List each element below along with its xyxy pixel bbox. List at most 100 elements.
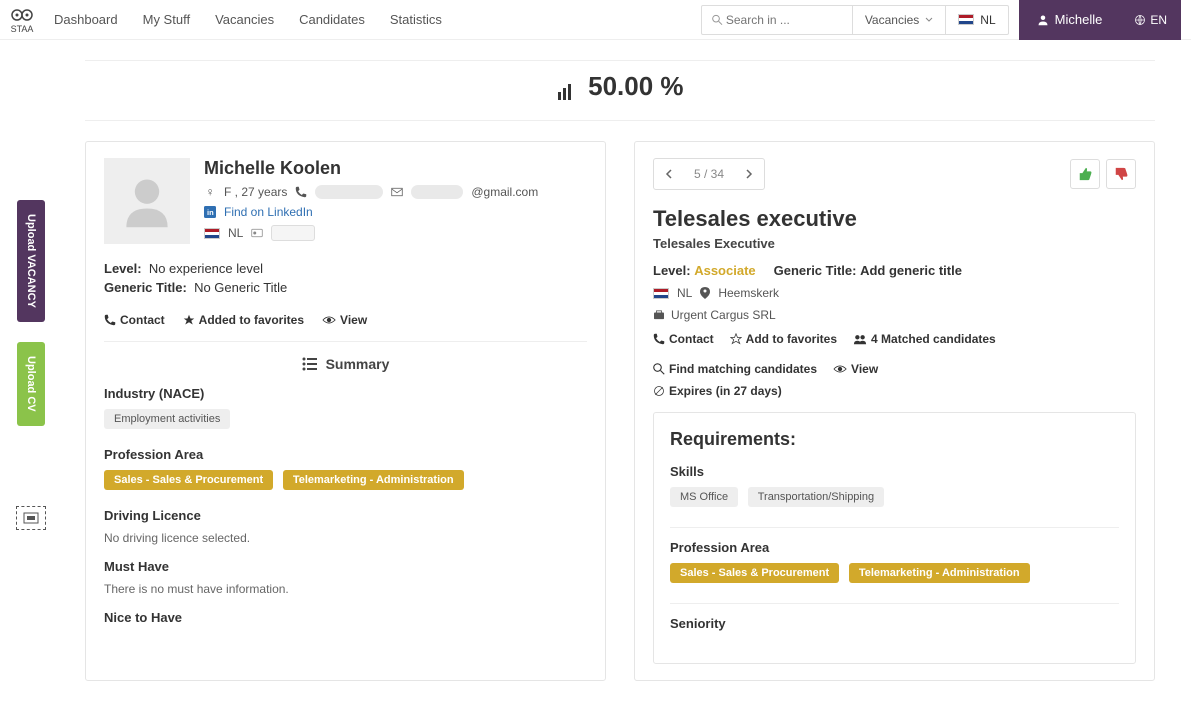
vac-generic-label: Generic Title:: [774, 263, 857, 278]
user-name: Michelle: [1055, 12, 1103, 27]
flag-nl-icon: [653, 288, 669, 299]
gender-age: F , 27 years: [224, 185, 287, 199]
nav-candidates[interactable]: Candidates: [299, 12, 365, 27]
req-seniority-label: Seniority: [670, 616, 1119, 631]
arrow-right-icon: [744, 169, 754, 179]
vac-level-value[interactable]: Associate: [694, 263, 755, 278]
vac-city: Heemskerk: [718, 286, 779, 300]
user-menu[interactable]: Michelle: [1019, 0, 1121, 40]
profession-label: Profession Area: [104, 447, 587, 462]
vac-level-label: Level:: [653, 263, 691, 278]
svg-text:in: in: [207, 208, 214, 217]
profession-tag[interactable]: Telemarketing - Administration: [849, 563, 1030, 583]
search-icon: [712, 14, 723, 26]
topbar: STAA Dashboard My Stuff Vacancies Candid…: [0, 0, 1191, 40]
country-label: NL: [980, 13, 995, 27]
req-heading: Requirements:: [670, 429, 1119, 450]
cand-level-label: Level:: [104, 261, 142, 276]
cand-view-action[interactable]: View: [322, 313, 367, 327]
globe-icon: [1134, 14, 1146, 26]
search-type-label: Vacancies: [865, 13, 919, 27]
vac-view-action[interactable]: View: [833, 362, 878, 376]
arrow-left-icon: [664, 169, 674, 179]
requirements-box: Requirements: Skills MS Office Transport…: [653, 412, 1136, 664]
vac-contact-action[interactable]: Contact: [653, 332, 714, 346]
driving-label: Driving Licence: [104, 508, 587, 523]
candidate-panel: Michelle Koolen ♀ F , 27 years @gmail.co…: [85, 141, 606, 681]
vac-matched-action[interactable]: 4 Matched candidates: [853, 332, 996, 346]
pager-prev[interactable]: [654, 159, 684, 189]
logo[interactable]: STAA: [10, 6, 34, 34]
vacancy-subtitle: Telesales Executive: [653, 236, 1136, 251]
phone-icon: [653, 333, 665, 345]
search-box[interactable]: [702, 6, 852, 34]
phone-icon: [104, 314, 116, 326]
briefcase-icon: [653, 310, 665, 320]
ticket-icon: [23, 512, 39, 524]
clock-slash-icon: [653, 385, 665, 397]
pager-count: 5 / 34: [684, 167, 734, 181]
nav-mystuff[interactable]: My Stuff: [143, 12, 190, 27]
musthave-value: There is no must have information.: [104, 582, 587, 596]
nav-dashboard[interactable]: Dashboard: [54, 12, 118, 27]
bars-icon: [556, 82, 576, 102]
badge-redacted: [271, 225, 315, 241]
pager-next[interactable]: [734, 159, 764, 189]
req-profession-label: Profession Area: [670, 540, 1119, 555]
skill-tag[interactable]: Transportation/Shipping: [748, 487, 884, 507]
cand-contact-action[interactable]: Contact: [104, 313, 165, 327]
driving-value: No driving licence selected.: [104, 531, 587, 545]
dropzone[interactable]: [16, 506, 46, 530]
cand-generic-label: Generic Title:: [104, 280, 187, 295]
vac-company: Urgent Cargus SRL: [671, 308, 776, 322]
vac-country: NL: [677, 286, 692, 300]
card-icon: [251, 227, 263, 239]
skill-tag[interactable]: MS Office: [670, 487, 738, 507]
pin-icon: [700, 287, 710, 299]
summary-header: Summary: [104, 341, 587, 372]
cand-generic-value: No Generic Title: [194, 280, 287, 295]
vac-generic-value[interactable]: Add generic title: [860, 263, 962, 278]
nav-statistics[interactable]: Statistics: [390, 12, 442, 27]
thumbs-down-button[interactable]: [1106, 159, 1136, 189]
profession-tag[interactable]: Sales - Sales & Procurement: [670, 563, 839, 583]
thumbs-up-button[interactable]: [1070, 159, 1100, 189]
upload-cv-button[interactable]: Upload CV: [17, 342, 45, 426]
email-redacted: [411, 185, 463, 199]
vac-find-action[interactable]: Find matching candidates: [653, 362, 817, 376]
upload-vacancy-button[interactable]: Upload VACANCY: [17, 200, 45, 322]
search-type-select[interactable]: Vacancies: [852, 6, 945, 34]
candidate-country: NL: [228, 226, 243, 240]
linkedin-icon: in: [204, 206, 216, 218]
phone-icon: [295, 186, 307, 198]
email-icon: [391, 186, 403, 198]
industry-tag[interactable]: Employment activities: [104, 409, 230, 429]
language-select[interactable]: EN: [1120, 0, 1181, 40]
phone-redacted: [315, 185, 383, 199]
flag-nl-icon: [204, 228, 220, 239]
linkedin-link[interactable]: Find on LinkedIn: [224, 205, 313, 219]
cand-fav-action[interactable]: Added to favorites: [183, 313, 304, 327]
avatar: [104, 158, 190, 244]
thumbs-up-icon: [1078, 167, 1092, 181]
vac-fav-action[interactable]: Add to favorites: [730, 332, 837, 346]
list-icon: [302, 357, 318, 371]
star-outline-icon: [730, 333, 742, 345]
nav-vacancies[interactable]: Vacancies: [215, 12, 274, 27]
users-icon: [853, 333, 867, 345]
pager: 5 / 34: [653, 158, 765, 190]
star-icon: [183, 314, 195, 326]
search-icon: [653, 363, 665, 375]
search-group: Vacancies NL: [701, 5, 1009, 35]
logo-text: STAA: [11, 24, 34, 34]
vacancy-title: Telesales executive: [653, 206, 1136, 232]
search-input[interactable]: [726, 13, 842, 27]
eye-icon: [322, 315, 336, 325]
thumbs-down-icon: [1114, 167, 1128, 181]
country-select[interactable]: NL: [945, 6, 1007, 34]
nicetohave-label: Nice to Have: [104, 610, 587, 625]
profession-tag[interactable]: Sales - Sales & Procurement: [104, 470, 273, 490]
profession-tag[interactable]: Telemarketing - Administration: [283, 470, 464, 490]
main-nav: Dashboard My Stuff Vacancies Candidates …: [54, 12, 442, 27]
flag-nl-icon: [958, 14, 974, 25]
